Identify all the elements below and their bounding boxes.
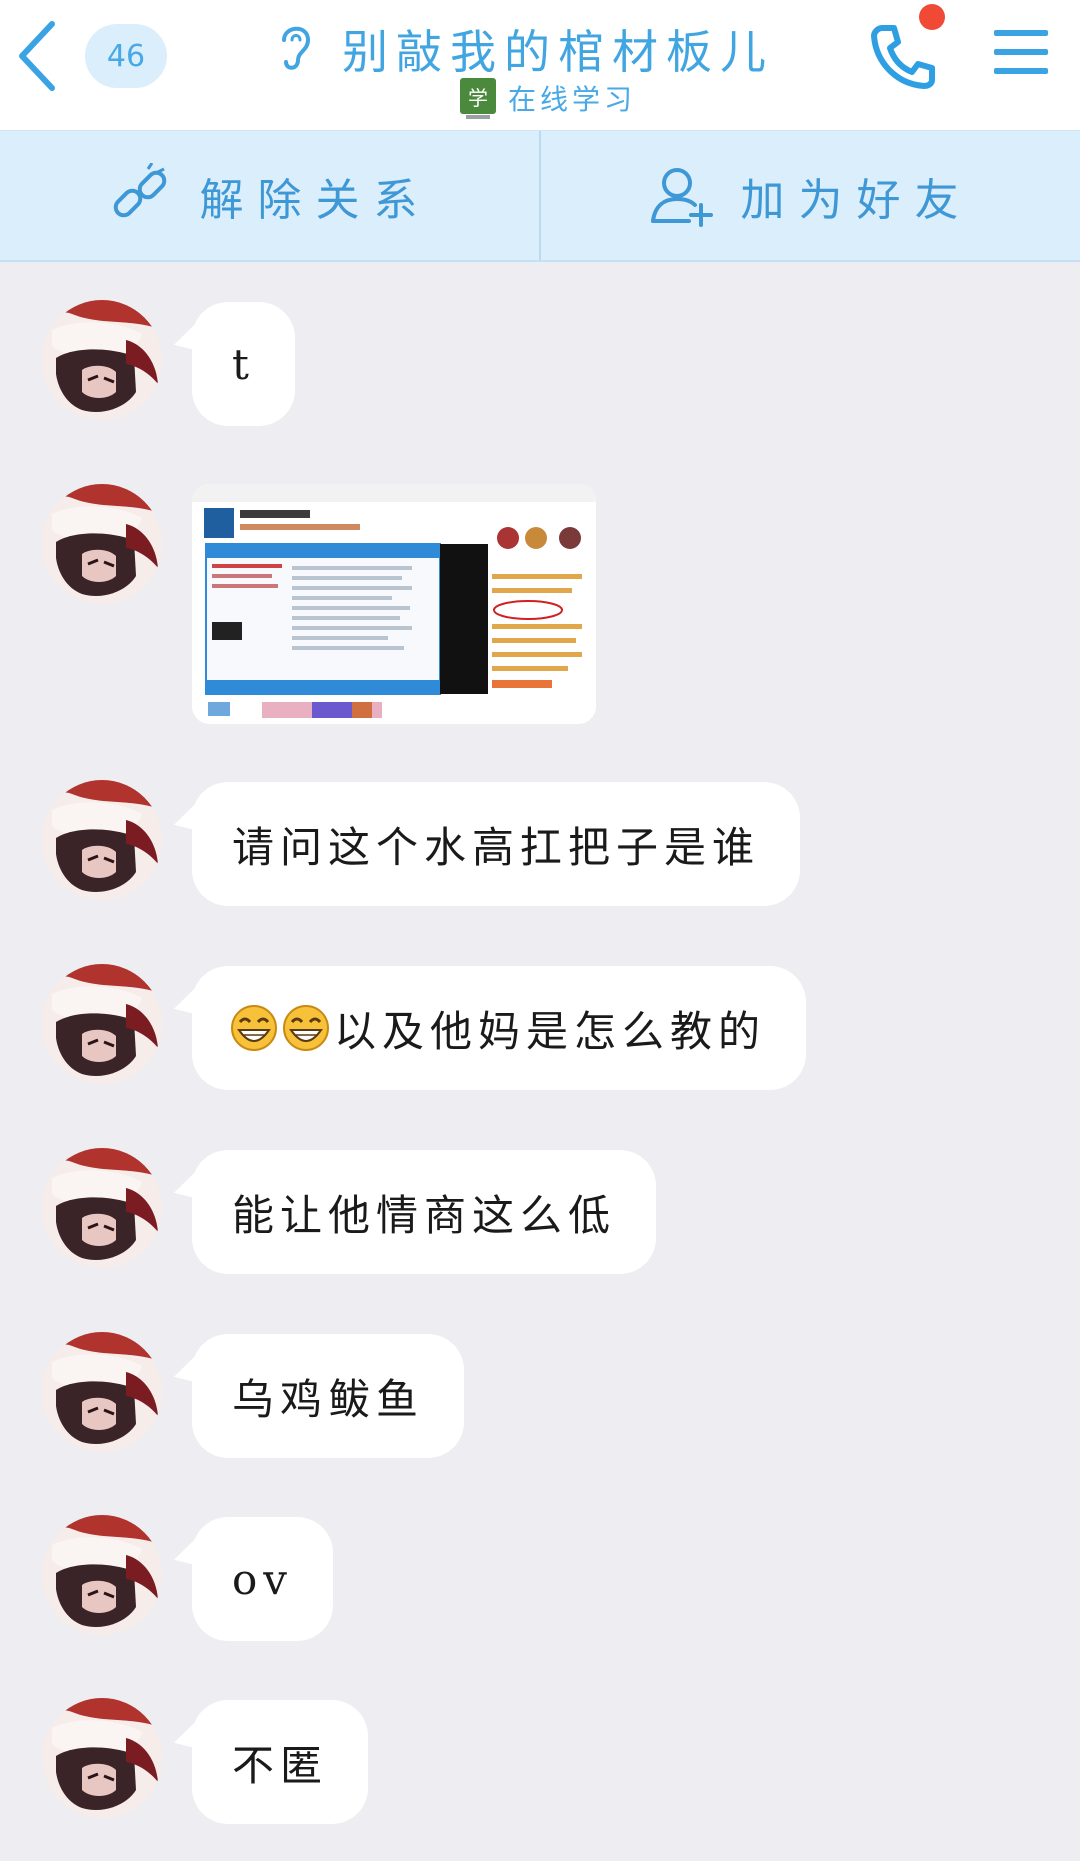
grin-emoji (231, 1005, 277, 1051)
chat-title: 别敲我的棺材板儿 (342, 25, 774, 79)
avatar[interactable] (42, 780, 162, 900)
message-bubble[interactable]: 能让他情商这么低 (192, 1150, 657, 1274)
unlink-label: 解除关系 (199, 174, 432, 226)
unlink-relation-button[interactable]: 解除关系 (0, 131, 539, 260)
message-bubble[interactable]: t (192, 302, 295, 426)
relationship-bar: 解除关系 加为好友 (0, 130, 1080, 262)
avatar[interactable] (42, 964, 162, 1084)
avatar[interactable] (42, 1332, 162, 1452)
add-friend-label: 加为好友 (740, 174, 973, 226)
avatar[interactable] (42, 1698, 162, 1818)
avatar[interactable] (42, 1148, 162, 1268)
avatar[interactable] (42, 300, 162, 420)
unread-count-badge[interactable]: 46 (85, 24, 167, 88)
avatar[interactable] (42, 1515, 162, 1635)
notification-dot (919, 4, 945, 30)
add-user-icon (650, 167, 713, 227)
menu-icon[interactable] (994, 30, 1048, 78)
avatar[interactable] (42, 484, 162, 604)
chat-title-area[interactable]: 别敲我的棺材板儿 学 在线学习 (270, 8, 770, 119)
message-bubble[interactable]: 以及他妈是怎么教的 (192, 966, 807, 1090)
message-bubble[interactable]: ov (192, 1517, 334, 1641)
grin-emoji (283, 1005, 329, 1051)
message-bubble[interactable]: 不匿 (192, 1700, 369, 1824)
add-friend-button[interactable]: 加为好友 (539, 131, 1080, 260)
broken-link-icon (113, 162, 166, 217)
chat-header: 46 别敲我的棺材板儿 学 在线学习 (0, 0, 1080, 130)
blackboard-icon: 学 (460, 78, 496, 119)
message-bubble[interactable]: 请问这个水高扛把子是谁 (192, 782, 801, 906)
phone-call-icon[interactable] (868, 22, 938, 92)
shared-screenshot-image[interactable] (192, 484, 596, 724)
online-status-text: 在线学习 (508, 83, 637, 116)
ear-icon (282, 26, 311, 70)
message-text: 以及他妈是怎么教的 (334, 1006, 767, 1056)
back-arrow-icon[interactable] (14, 18, 64, 94)
message-bubble[interactable]: 乌鸡鲅鱼 (192, 1334, 465, 1458)
